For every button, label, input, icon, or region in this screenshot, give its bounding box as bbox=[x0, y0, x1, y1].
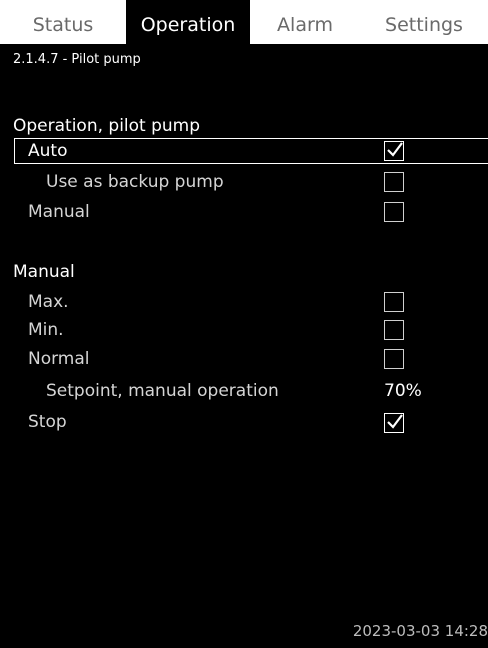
option-manual-label[interactable]: Manual bbox=[28, 202, 90, 222]
max-checkbox[interactable] bbox=[384, 292, 404, 312]
min-checkbox[interactable] bbox=[384, 320, 404, 340]
option-max-label[interactable]: Max. bbox=[28, 292, 69, 312]
section-heading-manual: Manual bbox=[13, 262, 75, 282]
tab-alarm[interactable]: Alarm bbox=[250, 0, 360, 44]
checkmark-icon bbox=[387, 414, 403, 429]
option-auto-label[interactable]: Auto bbox=[28, 141, 67, 161]
option-stop-label[interactable]: Stop bbox=[28, 412, 67, 432]
page-id: 2.1.4.7 - Pilot pump bbox=[13, 52, 141, 67]
manual-checkbox[interactable] bbox=[384, 202, 404, 222]
option-backup-label[interactable]: Use as backup pump bbox=[46, 172, 224, 192]
backup-checkbox[interactable] bbox=[384, 172, 404, 192]
checkmark-icon bbox=[387, 142, 403, 157]
auto-checkbox[interactable] bbox=[384, 141, 404, 161]
option-min-label[interactable]: Min. bbox=[28, 320, 64, 340]
normal-checkbox[interactable] bbox=[384, 349, 404, 369]
tab-operation[interactable]: Operation bbox=[126, 0, 250, 44]
timestamp: 2023-03-03 14:28 bbox=[352, 622, 488, 640]
selected-row-highlight bbox=[14, 138, 488, 164]
tab-bar: Status Operation Alarm Settings bbox=[0, 0, 488, 46]
section-heading-operation: Operation, pilot pump bbox=[13, 116, 201, 136]
setpoint-value[interactable]: 70% bbox=[384, 381, 422, 401]
tab-settings[interactable]: Settings bbox=[360, 0, 488, 44]
stop-checkbox[interactable] bbox=[384, 413, 404, 433]
tab-status[interactable]: Status bbox=[0, 0, 126, 44]
option-normal-label[interactable]: Normal bbox=[28, 349, 90, 369]
setpoint-label[interactable]: Setpoint, manual operation bbox=[46, 381, 279, 401]
